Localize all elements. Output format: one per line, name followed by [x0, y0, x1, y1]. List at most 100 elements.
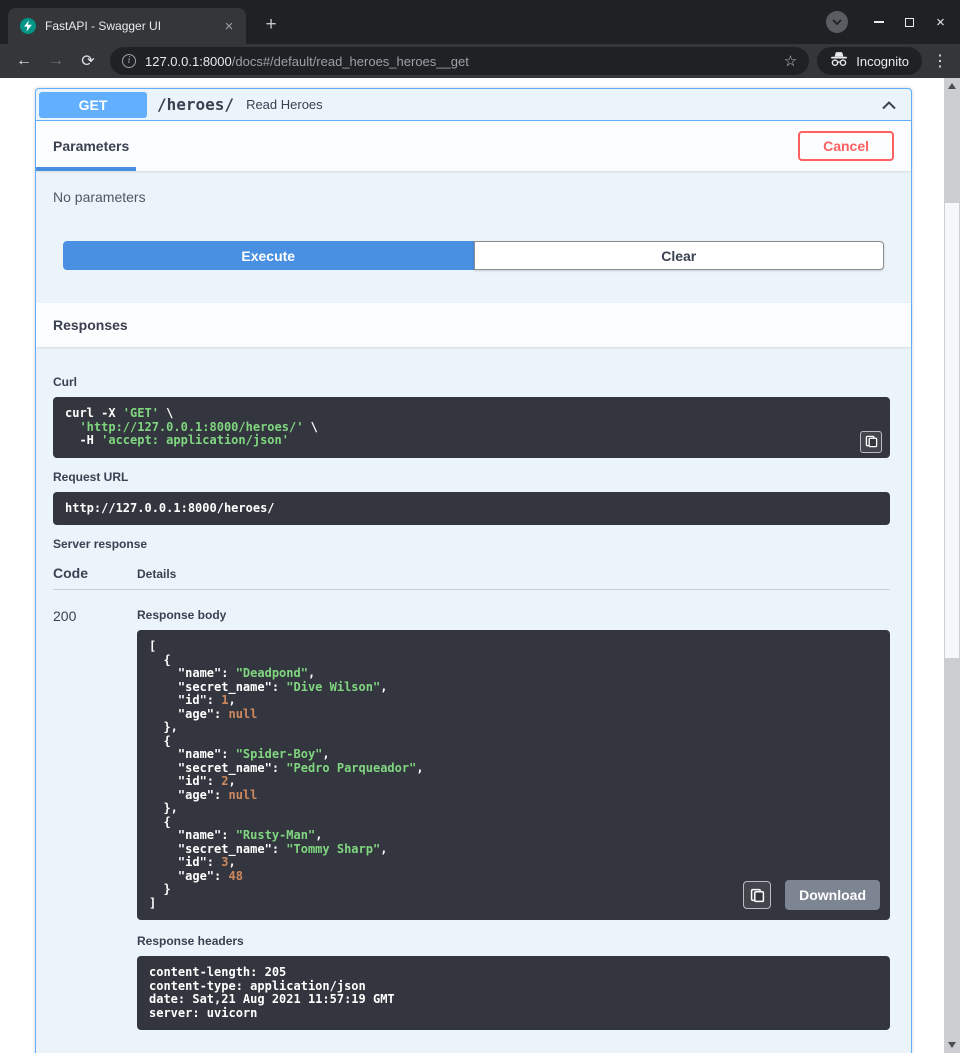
window-close-button[interactable]: × — [925, 9, 956, 35]
reload-button[interactable]: ⟳ — [74, 47, 102, 75]
curl-label: Curl — [53, 375, 890, 389]
bookmark-star-icon[interactable]: ☆ — [784, 52, 797, 70]
scroll-up-icon — [948, 83, 956, 89]
response-body-actions: Download — [743, 880, 880, 910]
code-line: -H 'accept: application/json' — [65, 434, 878, 448]
code-line: "secret_name": "Dive Wilson", — [149, 681, 878, 695]
tab-parameters[interactable]: Parameters — [53, 121, 149, 171]
copy-response-button[interactable] — [743, 881, 771, 909]
code-line: "name": "Rusty-Man", — [149, 829, 878, 843]
window-maximize-button[interactable] — [894, 9, 925, 35]
parameters-title: Parameters — [53, 138, 129, 154]
endpoint-path: /heroes/ — [157, 95, 234, 114]
response-headers-block: content-length: 205content-type: applica… — [137, 956, 890, 1030]
back-button[interactable]: ← — [10, 47, 38, 75]
details-column-header: Details — [137, 567, 176, 581]
address-bar[interactable]: i 127.0.0.1:8000/docs#/default/read_hero… — [110, 47, 809, 75]
copy-curl-button[interactable] — [860, 431, 882, 453]
fastapi-favicon-icon — [20, 18, 36, 34]
url-host: 127.0.0.1:8000 — [145, 54, 232, 69]
response-body-block: [ { "name": "Deadpond", "secret_name": "… — [137, 630, 890, 920]
window-minimize-button[interactable] — [863, 9, 894, 35]
url-text: 127.0.0.1:8000/docs#/default/read_heroes… — [145, 54, 776, 69]
forward-button[interactable]: → — [42, 47, 70, 75]
code-line: date: Sat,21 Aug 2021 11:57:19 GMT — [149, 993, 878, 1007]
code-line: "id": 3, — [149, 856, 878, 870]
code-line: content-length: 205 — [149, 966, 878, 980]
code-line: { — [149, 816, 878, 830]
code-line: 'http://127.0.0.1:8000/heroes/' \ — [65, 421, 878, 435]
http-method-badge: GET — [39, 92, 147, 118]
execute-button[interactable]: Execute — [63, 241, 474, 270]
response-headers-label: Response headers — [137, 934, 890, 948]
response-detail: Response body [ { "name": "Deadpond", "s… — [137, 608, 890, 1030]
code-line: "id": 1, — [149, 694, 878, 708]
endpoint-summary: Read Heroes — [246, 97, 323, 112]
parameters-header: Parameters Cancel — [36, 121, 911, 171]
code-line: "id": 2, — [149, 775, 878, 789]
execute-row: Execute Clear — [36, 241, 911, 303]
clipboard-icon — [865, 435, 878, 448]
code-line: { — [149, 654, 878, 668]
chevron-down-icon — [832, 19, 842, 25]
curl-code: curl -X 'GET' \ 'http://127.0.0.1:8000/h… — [65, 407, 878, 448]
browser-navbar: ← → ⟳ i 127.0.0.1:8000/docs#/default/rea… — [0, 44, 960, 78]
incognito-icon — [830, 51, 848, 72]
code-line: "name": "Deadpond", — [149, 667, 878, 681]
request-url-label: Request URL — [53, 470, 890, 484]
minimize-icon — [874, 21, 884, 23]
code-line: "secret_name": "Pedro Parqueador", — [149, 762, 878, 776]
code-line: content-type: application/json — [149, 980, 878, 994]
maximize-icon — [905, 18, 914, 27]
code-line: "age": null — [149, 789, 878, 803]
scrollbar-thumb[interactable] — [945, 203, 959, 658]
scroll-down-icon — [948, 1042, 956, 1048]
code-line: }, — [149, 802, 878, 816]
code-line: "secret_name": "Tommy Sharp", — [149, 843, 878, 857]
scroll-down-button[interactable] — [944, 1037, 960, 1053]
code-line: }, — [149, 721, 878, 735]
code-line: curl -X 'GET' \ — [65, 407, 878, 421]
incognito-label: Incognito — [856, 54, 909, 69]
swagger-page: GET /heroes/ Read Heroes Parameters Canc… — [0, 78, 944, 1053]
server-response-label: Server response — [53, 537, 890, 551]
url-path: /docs#/default/read_heroes_heroes__get — [232, 54, 469, 69]
tab-close-button[interactable]: × — [220, 18, 238, 35]
responses-body: Curl curl -X 'GET' \ 'http://127.0.0.1:8… — [36, 347, 911, 1053]
status-code: 200 — [53, 608, 137, 1030]
opblock-get-heroes: GET /heroes/ Read Heroes Parameters Canc… — [35, 88, 912, 1053]
clipboard-icon — [750, 888, 765, 903]
window-controls: × — [863, 9, 956, 35]
no-parameters-text: No parameters — [53, 189, 146, 205]
clear-button[interactable]: Clear — [474, 241, 885, 270]
page-scrollbar[interactable] — [944, 78, 960, 1053]
code-line: "name": "Spider-Boy", — [149, 748, 878, 762]
code-line: { — [149, 735, 878, 749]
request-url-value: http://127.0.0.1:8000/heroes/ — [65, 502, 878, 516]
response-body-label: Response body — [137, 608, 890, 622]
tab-title: FastAPI - Swagger UI — [45, 19, 220, 33]
browser-tab[interactable]: FastAPI - Swagger UI × — [8, 8, 246, 44]
collapse-chevron-icon[interactable] — [881, 100, 897, 110]
scroll-up-button[interactable] — [944, 78, 960, 94]
new-tab-button[interactable]: + — [258, 12, 284, 38]
opblock-summary[interactable]: GET /heroes/ Read Heroes — [36, 89, 911, 121]
browser-titlebar: FastAPI - Swagger UI × + × — [0, 0, 960, 44]
curl-command-block: curl -X 'GET' \ 'http://127.0.0.1:8000/h… — [53, 397, 890, 458]
browser-menu-button[interactable]: ⋮ — [930, 51, 950, 71]
code-column-header: Code — [53, 565, 137, 581]
response-body-code: [ { "name": "Deadpond", "secret_name": "… — [149, 640, 878, 910]
site-info-icon[interactable]: i — [122, 54, 136, 68]
response-headers-code: content-length: 205content-type: applica… — [149, 966, 878, 1020]
request-url-block: http://127.0.0.1:8000/heroes/ — [53, 492, 890, 526]
code-line: server: uvicorn — [149, 1007, 878, 1021]
responses-header: Responses — [36, 303, 911, 347]
incognito-badge: Incognito — [817, 47, 922, 75]
active-tab-underline — [36, 167, 136, 171]
tab-search-button[interactable] — [826, 11, 848, 33]
cancel-button[interactable]: Cancel — [798, 131, 894, 161]
response-row-200: 200 Response body [ { "name": "Deadpond"… — [53, 590, 890, 1030]
code-line: "age": null — [149, 708, 878, 722]
download-button[interactable]: Download — [785, 880, 880, 910]
code-line: [ — [149, 640, 878, 654]
